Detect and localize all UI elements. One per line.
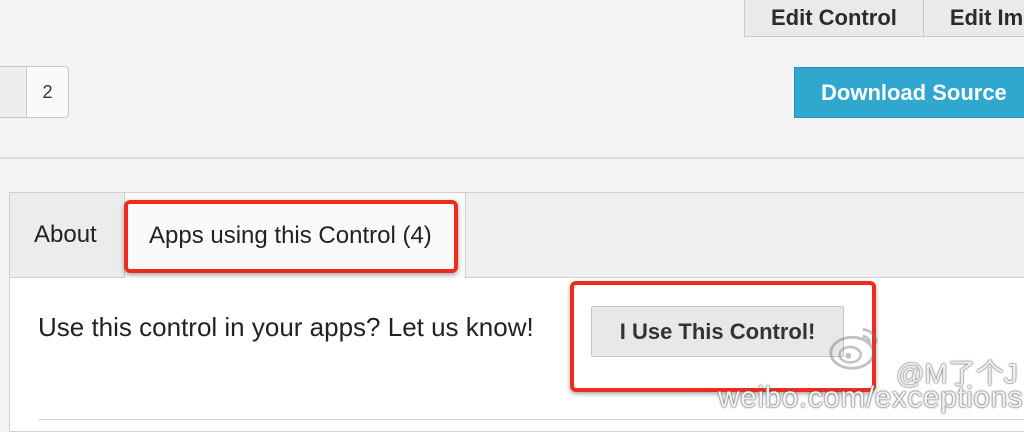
edit-control-button[interactable]: Edit Control (744, 0, 924, 37)
use-control-prompt: Use this control in your apps? Let us kn… (38, 312, 534, 342)
pagination-page-2[interactable]: 2 (26, 66, 69, 118)
edit-images-button[interactable]: Edit Im (923, 0, 1024, 37)
section-divider (0, 157, 1024, 159)
download-source-button[interactable]: Download Source (794, 67, 1024, 118)
pagination-previous-page[interactable] (0, 66, 26, 118)
pagination: 2 (0, 66, 69, 118)
watermark-url: weibo.com/exceptions (718, 381, 1024, 414)
panel-divider (38, 419, 1024, 420)
tab-about[interactable]: About (10, 193, 125, 277)
top-toolbar: Edit Control Edit Im (744, 0, 1024, 37)
weibo-logo-icon (829, 328, 878, 370)
annotation-highlight-tab (124, 200, 458, 273)
